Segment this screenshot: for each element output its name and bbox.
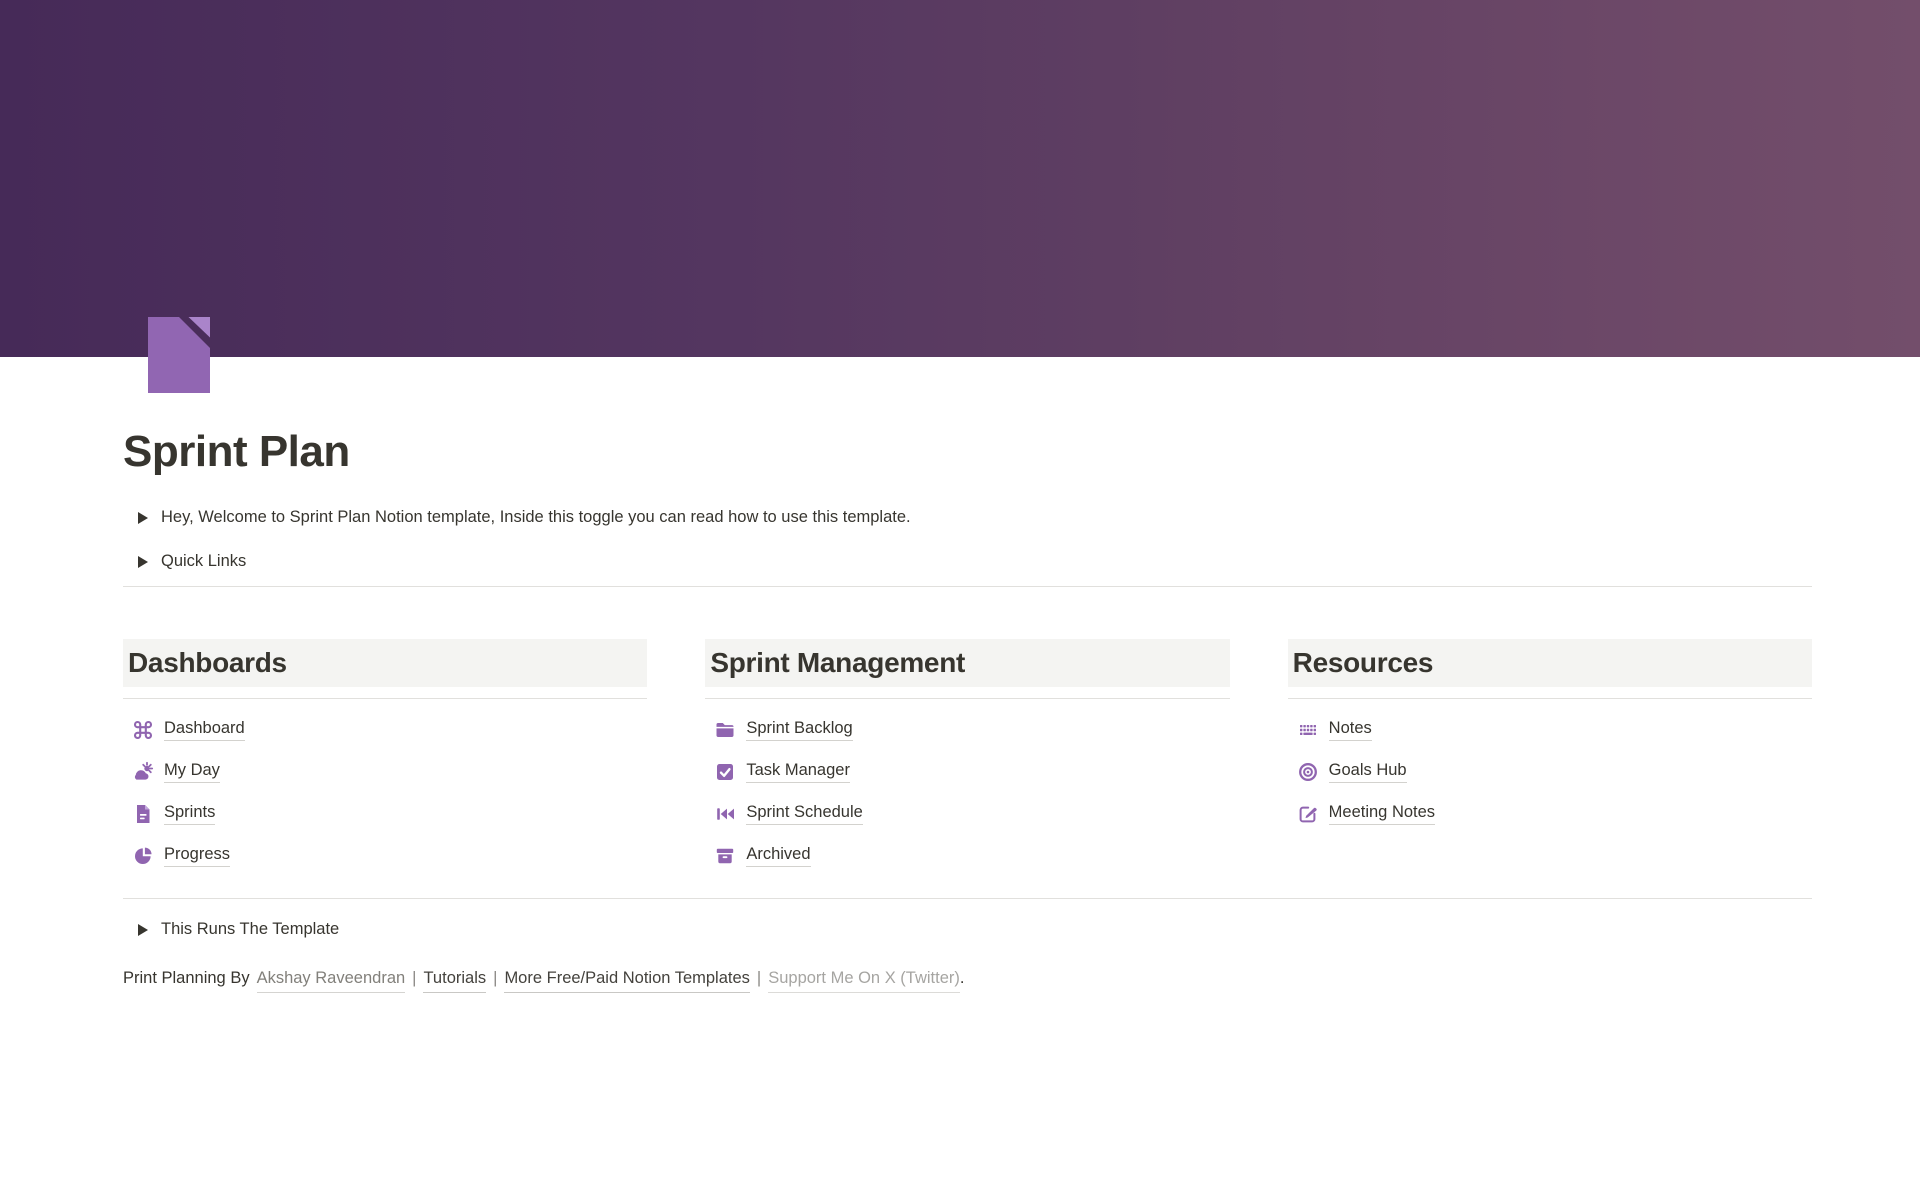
footer-link-tutorials[interactable]: Tutorials — [423, 965, 486, 993]
link-columns: Dashboards Dashboard — [123, 639, 1812, 877]
link-meeting-notes[interactable]: Meeting Notes — [1288, 793, 1812, 835]
link-label: Goals Hub — [1329, 761, 1407, 783]
keyboard-icon — [1297, 719, 1319, 741]
toggle-triangle-button[interactable] — [131, 550, 155, 574]
link-notes[interactable]: Notes — [1288, 709, 1812, 751]
column-sprint-management: Sprint Management Sprint Backlog — [705, 639, 1229, 877]
link-label: Sprints — [164, 803, 215, 825]
column-header: Sprint Management — [705, 639, 1229, 687]
column-header: Resources — [1288, 639, 1812, 687]
link-label: Notes — [1329, 719, 1372, 741]
page-icon — [132, 803, 154, 825]
link-label: Archived — [746, 845, 810, 867]
item-list: Sprint Backlog Task Manager — [705, 709, 1229, 877]
divider — [123, 586, 1812, 587]
footer-suffix: . — [960, 965, 965, 991]
link-label: Sprint Schedule — [746, 803, 863, 825]
command-icon — [132, 719, 154, 741]
column-header-label: Dashboards — [128, 647, 287, 679]
toggle-welcome-label: Hey, Welcome to Sprint Plan Notion templ… — [161, 508, 911, 527]
folder-icon — [714, 719, 736, 741]
toggle-quick-links[interactable]: Quick Links — [123, 547, 1812, 577]
link-archived[interactable]: Archived — [705, 835, 1229, 877]
footer-separator: | — [493, 965, 497, 991]
column-header: Dashboards — [123, 639, 647, 687]
divider — [123, 698, 647, 699]
compose-icon — [1297, 803, 1319, 825]
link-task-manager[interactable]: Task Manager — [705, 751, 1229, 793]
target-icon — [1297, 761, 1319, 783]
pie-chart-icon — [132, 845, 154, 867]
column-header-label: Resources — [1293, 647, 1434, 679]
footer-link-author[interactable]: Akshay Raveendran — [257, 965, 406, 993]
toggle-triangle-button[interactable] — [131, 918, 155, 942]
link-label: My Day — [164, 761, 220, 783]
item-list: Dashboard — [123, 709, 647, 877]
link-label: Progress — [164, 845, 230, 867]
divider — [705, 698, 1229, 699]
link-label: Dashboard — [164, 719, 245, 741]
page-content: Sprint Plan Hey, Welcome to Sprint Plan … — [123, 357, 1812, 993]
triangle-right-icon — [138, 512, 148, 524]
footer-link-templates[interactable]: More Free/Paid Notion Templates — [504, 965, 749, 993]
divider — [1288, 698, 1812, 699]
link-dashboard[interactable]: Dashboard — [123, 709, 647, 751]
notion-page: Sprint Plan Hey, Welcome to Sprint Plan … — [0, 0, 1920, 1199]
link-goals-hub[interactable]: Goals Hub — [1288, 751, 1812, 793]
toggle-runs-template-label: This Runs The Template — [161, 920, 339, 939]
cover-image — [0, 0, 1920, 357]
triangle-right-icon — [138, 556, 148, 568]
link-sprint-schedule[interactable]: Sprint Schedule — [705, 793, 1229, 835]
sun-behind-cloud-icon — [132, 761, 154, 783]
link-label: Meeting Notes — [1329, 803, 1435, 825]
footer-credits: Print Planning By Akshay Raveendran | Tu… — [123, 965, 1812, 993]
link-label: Task Manager — [746, 761, 850, 783]
toggle-welcome[interactable]: Hey, Welcome to Sprint Plan Notion templ… — [123, 503, 1812, 533]
column-header-label: Sprint Management — [710, 647, 965, 679]
link-sprint-backlog[interactable]: Sprint Backlog — [705, 709, 1229, 751]
triangle-right-icon — [138, 924, 148, 936]
footer-separator: | — [757, 965, 761, 991]
column-dashboards: Dashboards Dashboard — [123, 639, 647, 877]
archive-box-icon — [714, 845, 736, 867]
rewind-icon — [714, 803, 736, 825]
toggle-quick-links-label: Quick Links — [161, 552, 246, 571]
footer-separator: | — [412, 965, 416, 991]
footer-link-twitter[interactable]: Support Me On X (Twitter) — [768, 965, 960, 993]
page-title[interactable]: Sprint Plan — [123, 427, 1812, 478]
link-label: Sprint Backlog — [746, 719, 852, 741]
link-sprints[interactable]: Sprints — [123, 793, 647, 835]
link-progress[interactable]: Progress — [123, 835, 647, 877]
checkbox-icon — [714, 761, 736, 783]
divider — [123, 898, 1812, 899]
link-my-day[interactable]: My Day — [123, 751, 647, 793]
item-list: Notes Goals Hub — [1288, 709, 1812, 835]
footer-prefix: Print Planning By — [123, 965, 250, 991]
column-resources: Resources Notes — [1288, 639, 1812, 877]
toggle-triangle-button[interactable] — [131, 506, 155, 530]
toggle-runs-template[interactable]: This Runs The Template — [123, 915, 1812, 945]
